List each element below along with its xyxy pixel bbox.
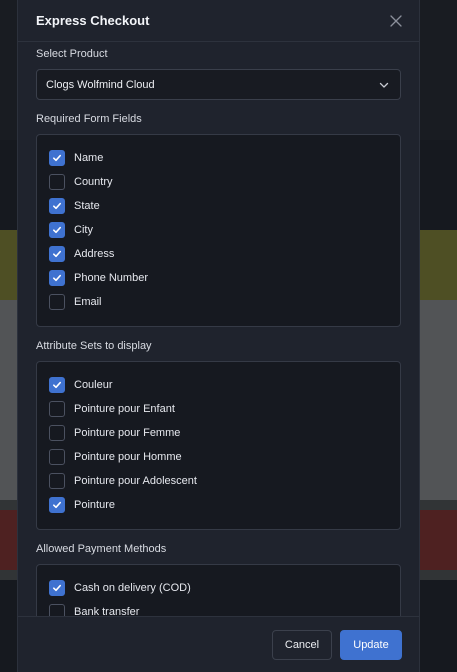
attribute-set-row[interactable]: Pointure pour Femme [49,421,388,445]
form-field-row[interactable]: State [49,194,388,218]
attribute-set-label: Pointure pour Femme [74,427,181,439]
form-field-label: Email [74,296,102,308]
form-field-row[interactable]: Phone Number [49,266,388,290]
check-icon [53,226,61,234]
check-icon [53,250,61,258]
form-field-label: City [74,224,93,236]
attribute-set-row[interactable]: Pointure pour Adolescent [49,469,388,493]
form-fields-label: Required Form Fields [36,113,142,125]
check-icon [53,274,61,282]
payment-method-row[interactable]: Cash on delivery (COD) [49,576,388,600]
attribute-set-checkbox[interactable] [49,473,65,489]
modal-title: Express Checkout [36,13,150,28]
form-field-row[interactable]: Country [49,170,388,194]
attribute-set-row[interactable]: Couleur [49,373,388,397]
chevron-down-icon [379,82,389,88]
attribute-set-label: Pointure [74,499,115,511]
check-icon [53,154,61,162]
payment-method-row[interactable]: Bank transfer [49,600,388,616]
attribute-set-label: Pointure pour Adolescent [74,475,197,487]
form-field-checkbox[interactable] [49,294,65,310]
attribute-set-checkbox[interactable] [49,449,65,465]
select-product-label: Select Product [36,48,108,60]
form-field-checkbox[interactable] [49,198,65,214]
modal-header: Express Checkout [18,0,419,42]
modal-footer: Cancel Update [18,616,419,672]
form-field-label: Address [74,248,115,260]
product-select-value: Clogs Wolfmind Cloud [46,78,155,91]
form-field-label: Name [74,152,104,164]
product-select[interactable]: Clogs Wolfmind Cloud [36,69,401,100]
express-checkout-modal: Express Checkout Select Product Clogs Wo… [17,0,420,672]
attribute-set-row[interactable]: Pointure [49,493,388,517]
check-icon [53,501,61,509]
form-field-row[interactable]: Name [49,146,388,170]
form-fields-panel: Name Country State City Address Phone Number E… [36,134,401,327]
check-icon [53,584,61,592]
modal-body[interactable]: Select Product Clogs Wolfmind Cloud Requ… [18,42,419,616]
payment-method-checkbox[interactable] [49,580,65,596]
attribute-set-row[interactable]: Pointure pour Enfant [49,397,388,421]
attribute-set-checkbox[interactable] [49,425,65,441]
close-button[interactable] [389,14,403,28]
check-icon [53,381,61,389]
cancel-button[interactable]: Cancel [272,629,332,660]
attribute-set-row[interactable]: Pointure pour Homme [49,445,388,469]
attribute-sets-panel: Couleur Pointure pour Enfant Pointure pour… [36,361,401,530]
payment-method-label: Cash on delivery (COD) [74,582,191,594]
attribute-set-checkbox[interactable] [49,377,65,393]
attribute-set-checkbox[interactable] [49,401,65,417]
close-icon [390,14,402,27]
payment-method-label: Bank transfer [74,606,140,616]
check-icon [53,202,61,210]
form-field-row[interactable]: Address [49,242,388,266]
form-field-row[interactable]: City [49,218,388,242]
payment-method-checkbox[interactable] [49,604,65,616]
form-field-label: Phone Number [74,272,148,284]
payment-methods-panel: Cash on delivery (COD) Bank transfer [36,564,401,616]
attribute-set-label: Pointure pour Homme [74,451,182,463]
form-field-label: State [74,200,100,212]
update-button[interactable]: Update [340,629,402,660]
form-field-checkbox[interactable] [49,174,65,190]
attribute-set-label: Couleur [74,379,113,391]
form-field-label: Country [74,176,113,188]
form-field-checkbox[interactable] [49,150,65,166]
form-field-checkbox[interactable] [49,222,65,238]
form-field-row[interactable]: Email [49,290,388,314]
payment-methods-label: Allowed Payment Methods [36,543,167,555]
attribute-set-label: Pointure pour Enfant [74,403,175,415]
form-field-checkbox[interactable] [49,246,65,262]
attribute-sets-label: Attribute Sets to display [36,340,152,352]
attribute-set-checkbox[interactable] [49,497,65,513]
form-field-checkbox[interactable] [49,270,65,286]
